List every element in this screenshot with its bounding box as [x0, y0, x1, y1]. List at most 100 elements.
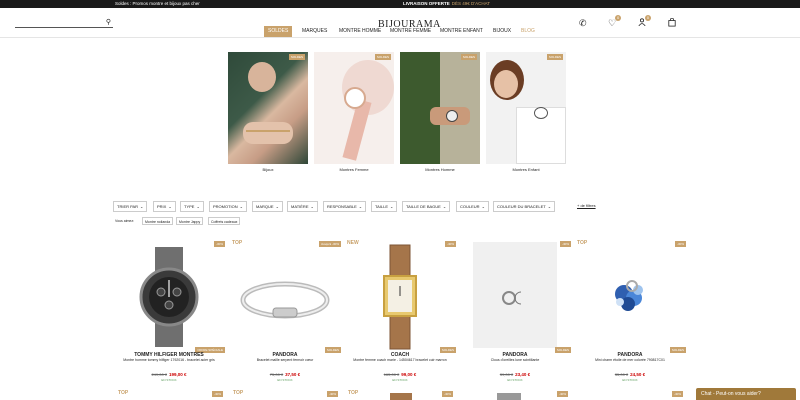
category-image[interactable]: SOLDES	[400, 52, 480, 164]
product-card[interactable]: -30% OFFRE SPÉCIALE TOMMY HILFIGER MONTR…	[113, 240, 225, 385]
chevron-down-icon: ⌄	[310, 204, 314, 209]
filter-couleur-du-bracelet[interactable]: COULEUR DU BRACELET ⌄	[493, 201, 556, 212]
category-label[interactable]: Montres Homme	[400, 167, 480, 172]
top-flag: TOP	[233, 390, 244, 396]
category-label[interactable]: Montres Enfant	[486, 167, 566, 172]
discount-badge: -40%	[672, 391, 684, 397]
product-price: 35,00 €24,50 €	[574, 372, 686, 377]
filter-couleur[interactable]: COULEUR ⌄	[456, 201, 489, 212]
product-card[interactable]: -40% SOLDES PANDORA Clous d'oreilles lun…	[459, 240, 571, 385]
category-bijoux[interactable]: SOLDES Bijoux	[228, 52, 308, 172]
delivery-text[interactable]: LIVRAISON OFFERTE DÈS 49€ D'ACHAT	[403, 1, 490, 6]
filter-marque[interactable]: MARQUE ⌄	[252, 201, 283, 212]
nav-blog[interactable]: BLOG	[517, 26, 539, 37]
top-flag: TOP	[348, 390, 359, 396]
nav-montre-enfant[interactable]: MONTRE ENFANT	[436, 26, 487, 37]
discount-badge: -40%	[557, 391, 569, 397]
product-image[interactable]	[344, 242, 456, 352]
delivery-bold: LIVRAISON OFFERTE	[403, 1, 450, 6]
product-description[interactable]: Montre femme coach marie - 14504617 brac…	[348, 358, 452, 363]
stock-status: EN STOCK	[392, 378, 408, 382]
category-label[interactable]: Bijoux	[228, 167, 308, 172]
category-image[interactable]: SOLDES	[314, 52, 394, 164]
tag-montre-noilanda[interactable]: Montre noilanda	[142, 217, 174, 225]
chat-button[interactable]: Chat - Peut-on vous aider?	[696, 388, 796, 400]
filter-label: PRIX	[157, 204, 167, 209]
nav-bijoux[interactable]: BIJOUX	[489, 26, 515, 37]
sale-badge: SOLDES	[460, 54, 477, 60]
chevron-down-icon: ⌄	[239, 204, 244, 209]
product-card[interactable]: TOP -30% SOLDES PANDORA Mini charm étoil…	[574, 240, 686, 385]
filter-label: PROMOTION	[213, 204, 238, 209]
filter-promotion[interactable]: PROMOTION ⌄	[209, 201, 248, 212]
sale-price: 23,40 €	[515, 372, 531, 377]
discount-badge: -40%	[212, 391, 224, 397]
filter-taille[interactable]: TAILLE ⌄	[371, 201, 398, 212]
top-flag: TOP	[118, 390, 129, 396]
sale-price: 37,50 €	[285, 372, 301, 377]
filter-taille-de-bague[interactable]: TAILLE DE BAGUE ⌄	[402, 201, 451, 212]
stock-status: EN STOCK	[161, 378, 177, 382]
product-price: 75,00 €37,50 €	[229, 372, 341, 377]
filter-trier-par[interactable]: TRIER PAR ⌄	[113, 201, 148, 212]
discount-badge: -40%	[444, 241, 456, 247]
sale-price: 199,00 €	[169, 372, 187, 377]
product-image[interactable]	[113, 242, 225, 352]
filter-label: MARQUE	[256, 204, 274, 209]
filter-label: TAILLE	[375, 204, 389, 209]
filter-type[interactable]: TYPE ⌄	[180, 201, 204, 212]
product-image[interactable]	[574, 242, 686, 352]
discount-badge: -40%	[327, 391, 339, 397]
product-description[interactable]: Clous d'oreilles lune scintillante	[463, 358, 567, 363]
product-card[interactable]: TOP Jusqu'à -30% SOLDES PANDORA Bracelet…	[229, 240, 341, 385]
account-count: 0	[645, 15, 651, 21]
tags-label: Vous aimez:	[115, 219, 135, 223]
chevron-down-icon: ⌄	[140, 204, 144, 209]
nav-marques[interactable]: MARQUES	[298, 26, 331, 37]
product-image-partial[interactable]	[390, 393, 412, 400]
filter-prix[interactable]: PRIX ⌄	[153, 201, 176, 212]
nav-montre-homme[interactable]: MONTRE HOMME	[335, 26, 385, 37]
category-label[interactable]: Montres Femme	[314, 167, 394, 172]
product-card[interactable]: NEW -40% SOLDES COACH Montre femme coach…	[344, 240, 456, 385]
more-filters-link[interactable]: + de filtres	[577, 203, 596, 208]
product-image-partial[interactable]	[497, 393, 521, 400]
product-image[interactable]	[229, 242, 341, 352]
chevron-down-icon: ⌄	[196, 204, 200, 209]
category-montres-enfant[interactable]: SOLDES Montres Enfant	[486, 52, 566, 172]
filter-label: COULEUR DU BRACELET	[497, 204, 546, 209]
stock-status: EN STOCK	[622, 378, 638, 382]
nav-soldes[interactable]: SOLDES	[264, 26, 293, 37]
product-description[interactable]: Mini charm étoile de mer colorée 790817C…	[578, 358, 682, 363]
category-image[interactable]: SOLDES	[486, 52, 566, 164]
old-price: 249,00 €	[151, 372, 168, 377]
filter-responsable[interactable]: RESPONSABLE ⌄	[323, 201, 367, 212]
main-nav: SOLDES MARQUES MONTRE HOMME MONTRE FEMME…	[0, 26, 800, 37]
discount-badge: -40%	[559, 241, 571, 247]
old-price: 165,00 €	[383, 372, 400, 377]
category-montres-homme[interactable]: SOLDES Montres Homme	[400, 52, 480, 172]
old-price: 39,00 €	[499, 372, 514, 377]
chevron-down-icon: ⌄	[481, 204, 485, 209]
filter-matiere[interactable]: MATIÈRE ⌄	[287, 201, 318, 212]
search-icon[interactable]: ⚲	[106, 18, 111, 26]
product-description[interactable]: Montre homme tommy hilfiger 1792016 - br…	[117, 358, 221, 363]
sale-badge: SOLDES	[374, 54, 391, 60]
filter-label: TAILLE DE BAGUE	[406, 204, 441, 209]
nav-montre-femme[interactable]: MONTRE FEMME	[386, 26, 435, 37]
filter-label: TRIER PAR	[117, 204, 139, 209]
sale-price: 24,50 €	[630, 372, 646, 377]
chevron-down-icon: ⌄	[168, 204, 172, 209]
filter-label: RESPONSABLE	[327, 204, 357, 209]
discount-badge: -30%	[674, 241, 686, 247]
chevron-down-icon: ⌄	[547, 204, 552, 209]
stock-status: EN STOCK	[277, 378, 293, 382]
tag-montre-jappy[interactable]: Montre Jappy	[176, 217, 204, 225]
product-description[interactable]: Bracelet maille serpent fermoir cœur	[233, 358, 337, 363]
category-montres-femme[interactable]: SOLDES Montres Femme	[314, 52, 394, 172]
tag-coffrets-cadeaux[interactable]: Coffrets cadeaux	[208, 217, 241, 225]
product-image[interactable]	[459, 242, 571, 352]
product-price: 165,00 €99,00 €	[344, 372, 456, 377]
promo-text[interactable]: Soldes : Promos montre et bijoux pas che…	[115, 1, 200, 6]
category-image[interactable]: SOLDES	[228, 52, 308, 164]
